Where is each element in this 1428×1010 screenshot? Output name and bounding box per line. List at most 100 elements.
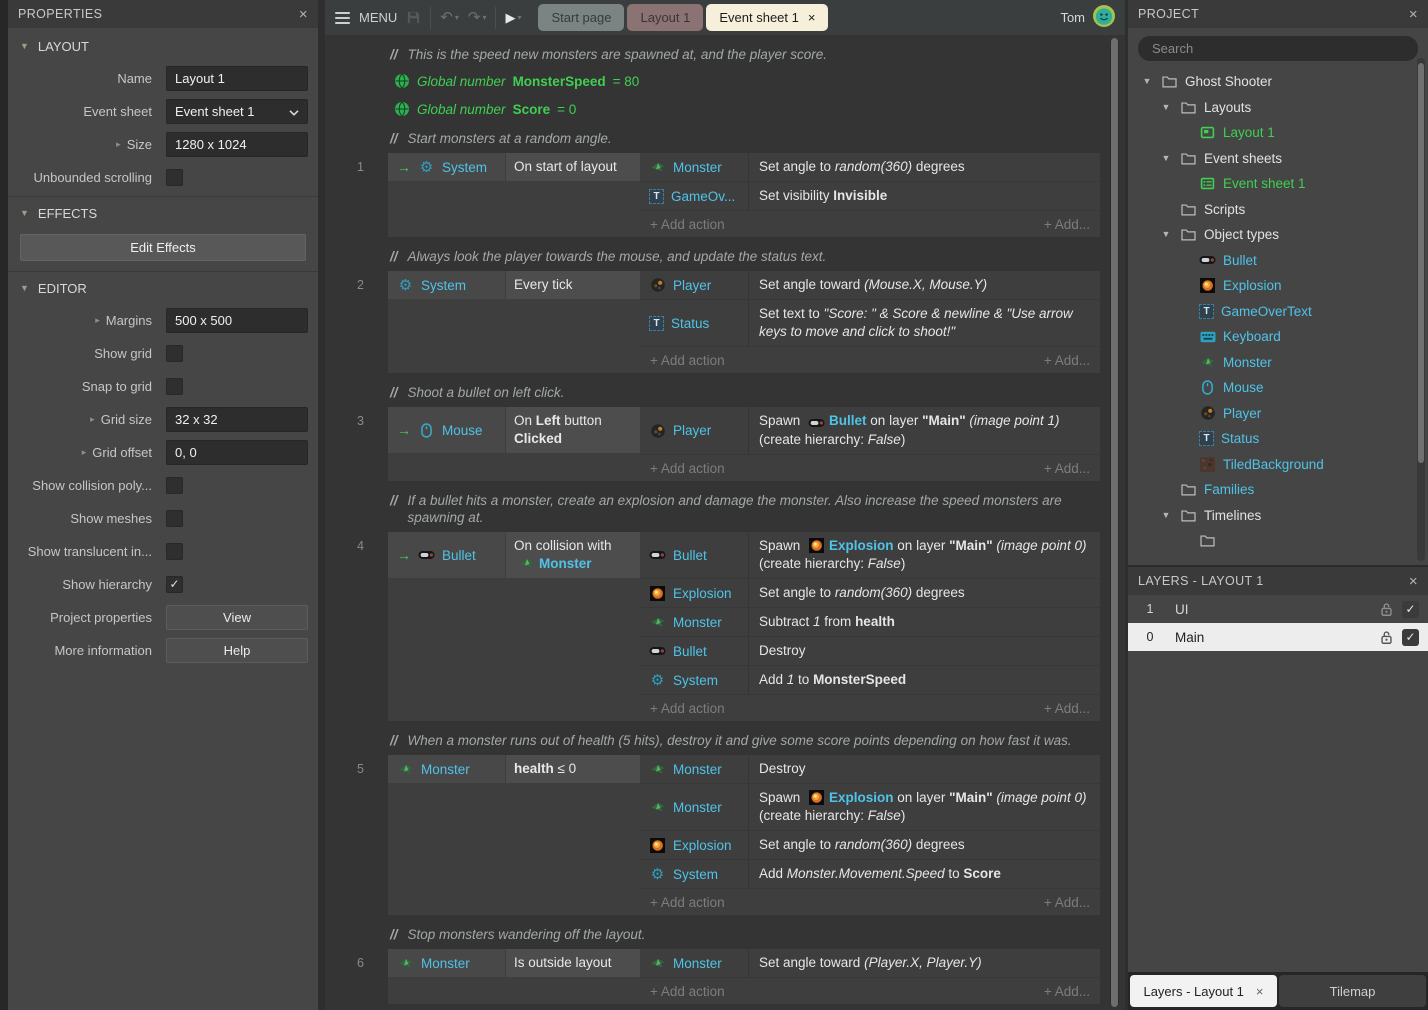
action-row[interactable]: BulletDestroy (640, 637, 1100, 666)
prop-expander-icon[interactable]: ▸ (95, 316, 100, 325)
save-button[interactable] (406, 10, 421, 25)
action-text-cell[interactable]: Destroy (748, 637, 1100, 665)
action-row[interactable]: TGameOv...Set visibility Invisible (640, 182, 1100, 211)
tree-item-explosion[interactable]: Explosion (1128, 273, 1428, 299)
layer-visibility-checkbox[interactable]: ✓ (1402, 601, 1419, 618)
prop-input-name[interactable]: Layout 1 (166, 66, 308, 91)
prop-input-size[interactable]: 1280 x 1024 (166, 132, 308, 157)
condition-text-cell[interactable]: Is outside layout (505, 949, 640, 977)
event-sheet-scrollbar-thumb[interactable] (1111, 38, 1118, 1007)
tree-item-families[interactable]: Families (1128, 477, 1428, 503)
tree-expander-icon[interactable]: ▼ (1159, 511, 1173, 520)
action-row[interactable]: TStatusSet text to "Score: " & Score & n… (640, 300, 1100, 347)
action-text-cell[interactable]: Spawn Explosion on layer "Main" (image p… (748, 784, 1100, 830)
action-row[interactable]: MonsterDestroy (640, 755, 1100, 784)
section-expander-icon[interactable]: ▼ (20, 209, 29, 218)
tree-item-layouts[interactable]: ▼Layouts (1128, 95, 1428, 121)
section-header-effects[interactable]: ▼EFFECTS (8, 196, 318, 229)
action-row[interactable]: ⚙SystemAdd 1 to MonsterSpeed (640, 666, 1100, 695)
comment-row[interactable]: //This is the speed new monsters are spa… (390, 46, 1090, 63)
preview-button[interactable]: ▶ ▾ (505, 11, 521, 24)
action-text-cell[interactable]: Spawn Explosion on layer "Main" (image p… (748, 532, 1100, 578)
bottom-tab-tilemap[interactable]: Tilemap (1279, 975, 1426, 1007)
comment-row[interactable]: //Start monsters at a random angle. (390, 130, 1090, 147)
action-text-cell[interactable]: Set angle to random(360) degrees (748, 831, 1100, 859)
tree-item-ghost-shooter[interactable]: ▼Ghost Shooter (1128, 69, 1428, 95)
action-text-cell[interactable]: Set visibility Invisible (748, 182, 1100, 210)
action-text-cell[interactable]: Set angle toward (Mouse.X, Mouse.Y) (748, 271, 1100, 299)
layer-row-main[interactable]: 0Main✓ (1128, 623, 1428, 651)
tree-item-event-sheet-1[interactable]: Event sheet 1 (1128, 171, 1428, 197)
add-action-link[interactable]: + Add action (650, 984, 725, 999)
tree-item-event-sheets[interactable]: ▼Event sheets (1128, 146, 1428, 172)
action-row[interactable]: MonsterSet angle to random(360) degrees (640, 153, 1100, 182)
tree-item-mouse[interactable]: Mouse (1128, 375, 1428, 401)
event-number[interactable]: 3 (325, 407, 388, 481)
action-row[interactable]: ⚙SystemAdd Monster.Movement.Speed to Sco… (640, 860, 1100, 889)
action-text-cell[interactable]: Subtract 1 from health (748, 608, 1100, 636)
close-icon[interactable]: × (1409, 574, 1418, 589)
action-object-cell[interactable]: ⚙System (640, 666, 748, 694)
layer-row-ui[interactable]: 1UI✓ (1128, 595, 1428, 623)
action-object-cell[interactable]: Monster (640, 755, 748, 783)
prop-input-grid-offset[interactable]: 0, 0 (166, 440, 308, 465)
action-row[interactable]: MonsterSpawn Explosion on layer "Main" (… (640, 784, 1100, 831)
condition-row[interactable]: ⚙SystemEvery tick (388, 271, 640, 299)
action-object-cell[interactable]: Monster (640, 153, 748, 181)
prop-checkbox-unbounded-scrolling[interactable] (166, 169, 183, 186)
tree-expander-icon[interactable]: ▼ (1140, 77, 1154, 86)
user-info[interactable]: Tom (1060, 5, 1115, 30)
tree-expander-icon[interactable]: ▼ (1159, 154, 1173, 163)
action-object-cell[interactable]: Player (640, 271, 748, 299)
prop-checkbox-show-translucent-in[interactable] (166, 543, 183, 560)
global-variable-row[interactable]: Global numberScore= 0 (393, 99, 1125, 119)
condition-object-cell[interactable]: →Bullet (388, 532, 505, 578)
action-row[interactable]: PlayerSet angle toward (Mouse.X, Mouse.Y… (640, 271, 1100, 300)
tree-item-keyboard[interactable]: Keyboard (1128, 324, 1428, 350)
prop-input-grid-size[interactable]: 32 x 32 (166, 407, 308, 432)
tab-event-sheet-1[interactable]: Event sheet 1× (706, 4, 828, 31)
action-text-cell[interactable]: Set angle to random(360) degrees (748, 153, 1100, 181)
action-object-cell[interactable]: TGameOv... (640, 182, 748, 210)
add-more-link[interactable]: + Add... (1044, 984, 1090, 999)
tree-item-status[interactable]: TStatus (1128, 426, 1428, 452)
add-action-link[interactable]: + Add action (650, 353, 725, 368)
condition-text-cell[interactable]: On collision with Monster (505, 532, 640, 578)
prop-expander-icon[interactable]: ▸ (116, 140, 121, 149)
tree-item-gameovertext[interactable]: TGameOverText (1128, 299, 1428, 325)
event-number[interactable]: 6 (325, 949, 388, 1004)
condition-object-cell[interactable]: Monster (388, 755, 505, 783)
comment-row[interactable]: //If a bullet hits a monster, create an … (390, 492, 1090, 526)
tree-item-object-types[interactable]: ▼Object types (1128, 222, 1428, 248)
close-icon[interactable]: × (808, 11, 816, 24)
add-more-link[interactable]: + Add... (1044, 461, 1090, 476)
prop-button-view[interactable]: View (166, 605, 308, 630)
close-icon[interactable]: × (1256, 984, 1264, 999)
condition-row[interactable]: Monsterhealth ≤ 0 (388, 755, 640, 783)
redo-button[interactable]: ↷ ▾ (468, 10, 487, 25)
condition-text-cell[interactable]: Every tick (505, 271, 640, 299)
action-object-cell[interactable]: Bullet (640, 532, 748, 578)
undo-button[interactable]: ↶ ▾ (440, 10, 459, 25)
prop-input-margins[interactable]: 500 x 500 (166, 308, 308, 333)
event-number[interactable]: 4 (325, 532, 388, 721)
tree-item-monster[interactable]: Monster (1128, 350, 1428, 376)
condition-row[interactable]: →BulletOn collision with Monster (388, 532, 640, 578)
action-object-cell[interactable]: Explosion (640, 579, 748, 607)
add-more-link[interactable]: + Add... (1044, 701, 1090, 716)
condition-object-cell[interactable]: ⚙System (388, 271, 505, 299)
comment-row[interactable]: //When a monster runs out of health (5 h… (390, 732, 1090, 749)
condition-row[interactable]: →MouseOn Left button Clicked (388, 407, 640, 453)
prop-expander-icon[interactable]: ▸ (82, 448, 87, 457)
prop-checkbox-snap-to-grid[interactable] (166, 378, 183, 395)
event-number[interactable]: 5 (325, 755, 388, 915)
action-row[interactable]: MonsterSubtract 1 from health (640, 608, 1100, 637)
search-input[interactable] (1150, 40, 1406, 57)
condition-object-cell[interactable]: →Mouse (388, 407, 505, 453)
close-icon[interactable]: × (1409, 7, 1418, 22)
add-more-link[interactable]: + Add... (1044, 895, 1090, 910)
condition-row[interactable]: →⚙SystemOn start of layout (388, 153, 640, 181)
close-icon[interactable]: × (299, 7, 308, 22)
layer-visibility-checkbox[interactable]: ✓ (1402, 629, 1419, 646)
condition-object-cell[interactable]: Monster (388, 949, 505, 977)
